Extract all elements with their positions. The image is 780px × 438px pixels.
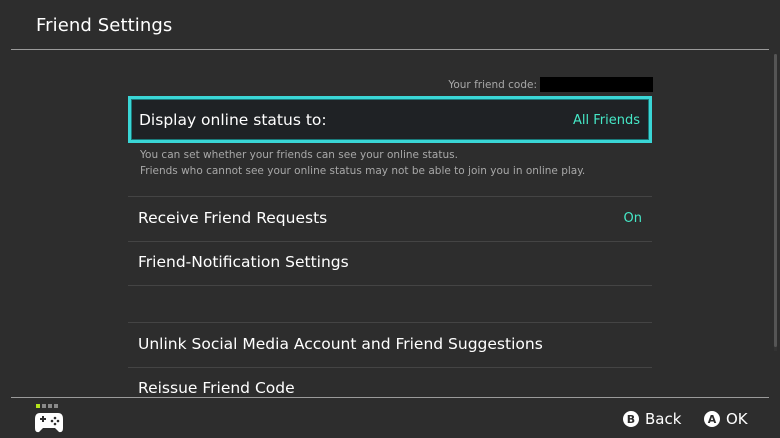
player-indicator [36,404,58,408]
player-led-3 [48,404,52,408]
receive-friend-requests-label: Receive Friend Requests [138,209,328,227]
separator [128,285,652,286]
friend-code: Your friend code: [448,77,653,92]
player-led-1 [36,404,40,408]
friend-code-redacted [540,77,653,92]
reissue-friend-code-row[interactable]: Reissue Friend Code [128,367,652,397]
settings-content: Your friend code: Display online status … [0,50,780,397]
back-button[interactable]: B Back [623,410,681,428]
b-button-icon: B [623,411,639,427]
online-status-description: You can set whether your friends can see… [140,147,660,179]
display-online-status-label: Display online status to: [139,111,327,129]
back-label: Back [645,410,682,428]
unlink-social-media-label: Unlink Social Media Account and Friend S… [138,335,543,353]
scrollbar-thumb[interactable] [774,54,777,347]
player-led-4 [54,404,58,408]
receive-friend-requests-value: On [623,211,642,226]
description-line-2: Friends who cannot see your online statu… [140,165,586,177]
ok-button[interactable]: A OK [704,410,748,428]
ok-label: OK [726,410,748,428]
unlink-social-media-row[interactable]: Unlink Social Media Account and Friend S… [128,323,652,367]
display-online-status-value: All Friends [573,113,640,128]
receive-friend-requests-row[interactable]: Receive Friend Requests On [128,197,652,241]
a-button-icon: A [704,411,720,427]
footer-divider [11,397,769,398]
gamepad-icon [34,404,66,434]
player-led-2 [42,404,46,408]
controller-glyph [35,413,63,433]
page-title: Friend Settings [36,15,173,36]
friend-notification-settings-label: Friend-Notification Settings [138,253,349,271]
header-bar: Friend Settings [0,0,780,50]
reissue-friend-code-label: Reissue Friend Code [138,379,295,397]
friend-code-label: Your friend code: [448,78,537,91]
description-line-1: You can set whether your friends can see… [140,149,458,161]
display-online-status-row[interactable]: Display online status to: All Friends [128,96,652,143]
friend-notification-settings-row[interactable]: Friend-Notification Settings [128,241,652,285]
